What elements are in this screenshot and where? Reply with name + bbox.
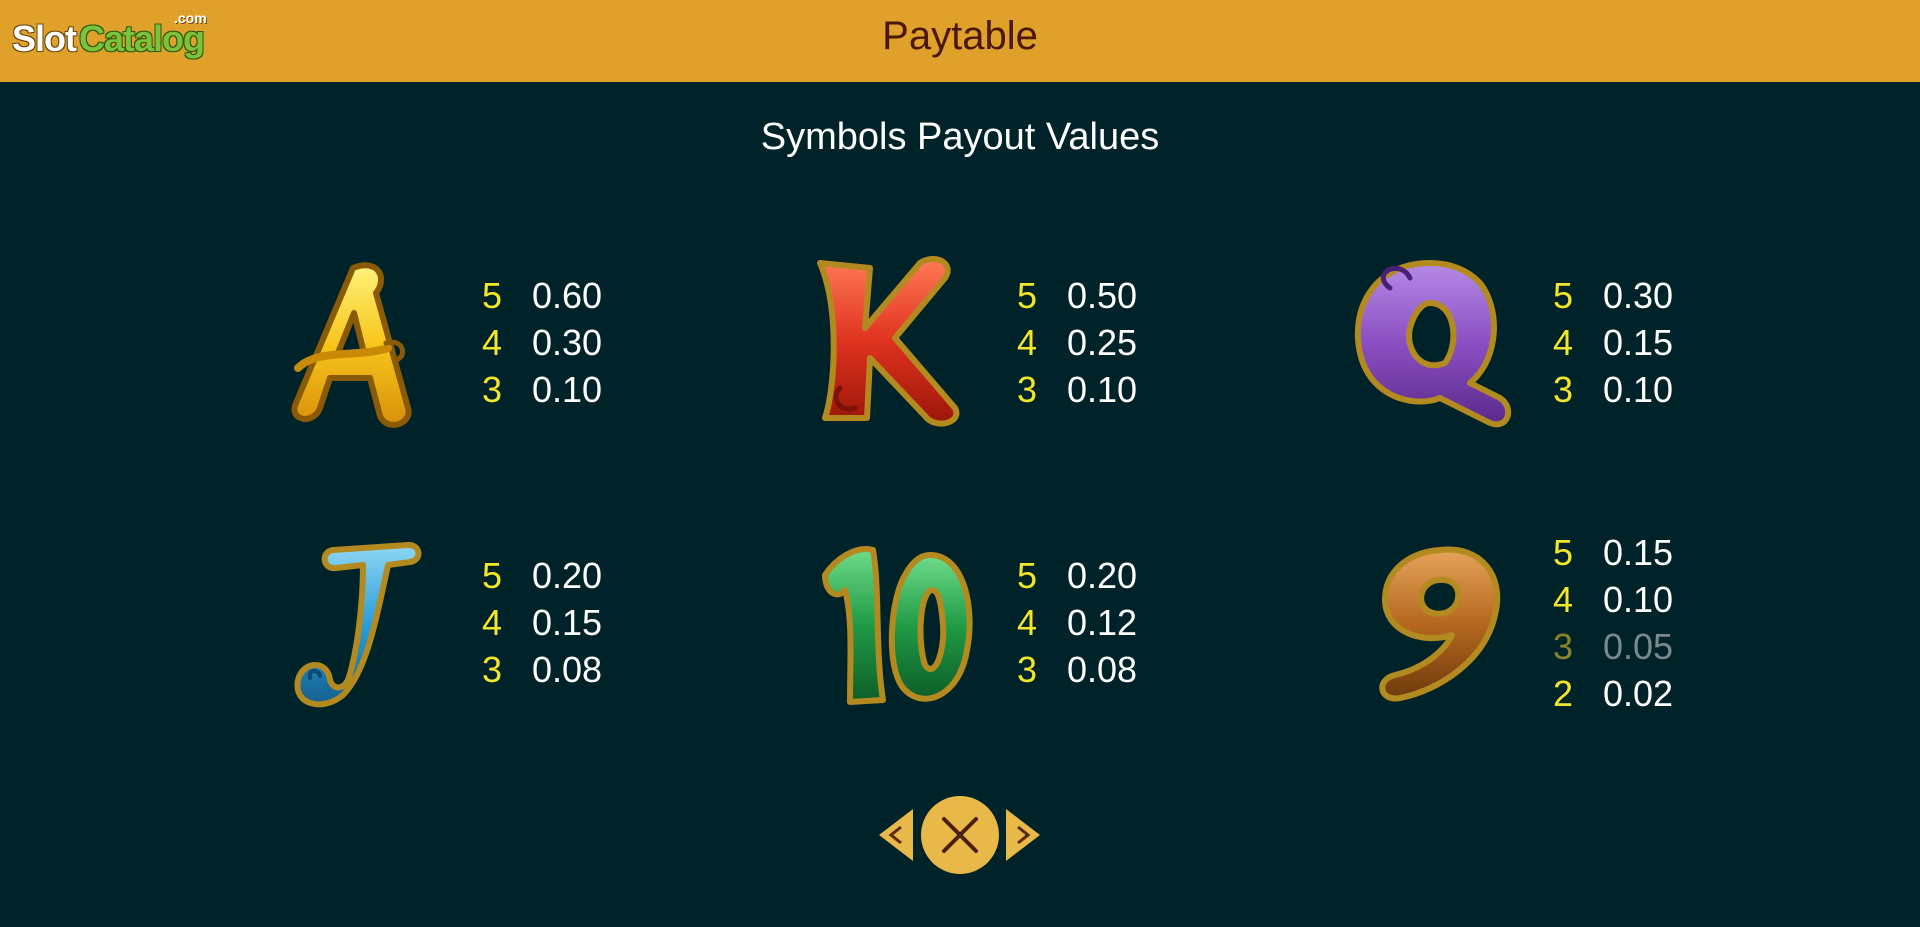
pay-count: 3 bbox=[482, 369, 503, 410]
pay-row: 4 0.12 bbox=[1017, 599, 1137, 646]
paytable-j: 5 0.20 4 0.15 3 0.08 bbox=[482, 552, 602, 693]
pay-value: 0.08 bbox=[532, 649, 603, 690]
letter-a-icon bbox=[258, 248, 458, 438]
paytable-navigation bbox=[877, 795, 1042, 875]
close-icon bbox=[921, 796, 999, 874]
pay-count: 5 bbox=[1017, 555, 1038, 596]
pay-value: 0.60 bbox=[532, 275, 603, 316]
pay-row: 4 0.15 bbox=[1553, 319, 1673, 366]
number-10-icon bbox=[795, 530, 995, 720]
pay-value: 0.10 bbox=[1603, 579, 1674, 620]
pay-count: 4 bbox=[482, 322, 503, 363]
pay-count: 3 bbox=[1553, 369, 1574, 410]
pay-value: 0.10 bbox=[1067, 369, 1138, 410]
pay-count: 5 bbox=[482, 275, 503, 316]
pay-value: 0.30 bbox=[532, 322, 603, 363]
pay-count: 5 bbox=[1553, 275, 1574, 316]
paytable-10: 5 0.20 4 0.12 3 0.08 bbox=[1017, 552, 1137, 693]
pay-count: 5 bbox=[1553, 532, 1574, 573]
page-title: Paytable bbox=[882, 14, 1038, 58]
next-page-button[interactable] bbox=[1004, 807, 1042, 863]
pay-value: 0.10 bbox=[1603, 369, 1674, 410]
letter-j-icon bbox=[258, 530, 458, 720]
paytable-9: 5 0.15 4 0.10 3 0.05 2 0.02 bbox=[1553, 529, 1673, 717]
pay-row: 4 0.15 bbox=[482, 599, 602, 646]
pay-row: 3 0.10 bbox=[1553, 366, 1673, 413]
paytable-q: 5 0.30 4 0.15 3 0.10 bbox=[1553, 272, 1673, 413]
pay-count: 3 bbox=[1017, 649, 1038, 690]
pay-row: 3 0.10 bbox=[482, 366, 602, 413]
pay-value: 0.20 bbox=[532, 555, 603, 596]
pay-row: 5 0.60 bbox=[482, 272, 602, 319]
pay-count: 3 bbox=[1017, 369, 1038, 410]
pay-count: 4 bbox=[1017, 602, 1038, 643]
pay-count: 3 bbox=[1553, 626, 1574, 667]
pay-value: 0.15 bbox=[1603, 532, 1674, 573]
pay-value: 0.30 bbox=[1603, 275, 1674, 316]
pay-row: 2 0.02 bbox=[1553, 670, 1673, 717]
chevron-left-icon bbox=[879, 809, 913, 861]
pay-row: 4 0.30 bbox=[482, 319, 602, 366]
section-subtitle: Symbols Payout Values bbox=[760, 116, 1160, 158]
pay-count: 2 bbox=[1553, 673, 1574, 714]
pay-row: 3 0.05 bbox=[1553, 623, 1673, 670]
pay-value: 0.12 bbox=[1067, 602, 1138, 643]
letter-q-icon bbox=[1330, 248, 1530, 438]
pay-value: 0.50 bbox=[1067, 275, 1138, 316]
pay-row: 5 0.50 bbox=[1017, 272, 1137, 319]
paytable-a: 5 0.60 4 0.30 3 0.10 bbox=[482, 272, 602, 413]
pay-count: 5 bbox=[482, 555, 503, 596]
pay-count: 4 bbox=[1553, 579, 1574, 620]
pay-value: 0.25 bbox=[1067, 322, 1138, 363]
number-9-icon bbox=[1330, 530, 1530, 720]
pay-count: 4 bbox=[482, 602, 503, 643]
pay-row: 5 0.15 bbox=[1553, 529, 1673, 576]
pay-value: 0.10 bbox=[532, 369, 603, 410]
pay-count: 3 bbox=[482, 649, 503, 690]
pay-count: 5 bbox=[1017, 275, 1038, 316]
pay-value: 0.05 bbox=[1603, 626, 1674, 667]
pay-value: 0.08 bbox=[1067, 649, 1138, 690]
pay-row: 5 0.20 bbox=[1017, 552, 1137, 599]
pay-row: 3 0.08 bbox=[482, 646, 602, 693]
header-bar: Slot Catalog .com Paytable bbox=[0, 0, 1920, 82]
pay-value: 0.15 bbox=[1603, 322, 1674, 363]
pay-row: 4 0.25 bbox=[1017, 319, 1137, 366]
pay-row: 3 0.08 bbox=[1017, 646, 1137, 693]
prev-page-button[interactable] bbox=[877, 807, 915, 863]
pay-count: 4 bbox=[1017, 322, 1038, 363]
pay-count: 4 bbox=[1553, 322, 1574, 363]
pay-value: 0.15 bbox=[532, 602, 603, 643]
letter-k-icon bbox=[795, 248, 995, 438]
chevron-right-icon bbox=[1006, 809, 1040, 861]
pay-value: 0.20 bbox=[1067, 555, 1138, 596]
pay-row: 5 0.30 bbox=[1553, 272, 1673, 319]
pay-row: 5 0.20 bbox=[482, 552, 602, 599]
pay-value: 0.02 bbox=[1603, 673, 1674, 714]
pay-row: 4 0.10 bbox=[1553, 576, 1673, 623]
pay-row: 3 0.10 bbox=[1017, 366, 1137, 413]
paytable-k: 5 0.50 4 0.25 3 0.10 bbox=[1017, 272, 1137, 413]
close-button[interactable] bbox=[920, 795, 1000, 875]
